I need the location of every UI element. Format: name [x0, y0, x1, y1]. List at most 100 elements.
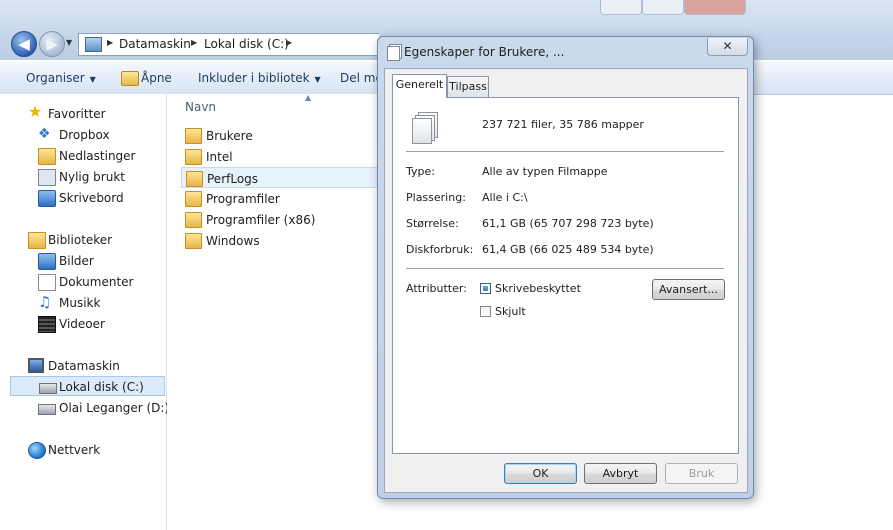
column-header-name[interactable]: Navn: [185, 100, 216, 114]
organize-label: Organiser: [26, 71, 85, 85]
nav-label: Nylig brukt: [59, 170, 125, 184]
downloads-folder-icon: [38, 148, 56, 165]
nav-label: Nedlastinger: [59, 149, 136, 163]
selection-summary: 237 721 filer, 35 786 mapper: [482, 118, 644, 131]
nav-local-disk[interactable]: Lokal disk (C:): [10, 376, 165, 396]
organize-button[interactable]: Organiser ▼: [26, 71, 96, 85]
navigation-pane: ★ Favoritter ❖ Dropbox Nedlastinger Nyli…: [0, 94, 169, 530]
cancel-button[interactable]: Avbryt: [584, 463, 657, 484]
breadcrumb-computer[interactable]: Datamaskin: [119, 37, 191, 51]
apply-button[interactable]: Bruk: [665, 463, 738, 484]
disk-usage-label: Diskforbruk:: [406, 243, 474, 256]
nav-computer[interactable]: Datamaskin: [10, 356, 165, 376]
drive-icon: [38, 404, 56, 415]
nav-videos[interactable]: Videoer: [10, 314, 165, 334]
nav-label: Skrivebord: [59, 191, 124, 205]
local-disk-icon: [39, 383, 57, 394]
nav-drive-d[interactable]: Olai Leganger (D:): [10, 398, 169, 418]
pictures-icon: [38, 253, 56, 270]
file-row[interactable]: Programfiler: [181, 188, 381, 209]
chevron-down-icon: ▼: [89, 75, 96, 84]
nav-label: Videoer: [59, 317, 105, 331]
files-icon: [387, 46, 400, 61]
file-name: Windows: [206, 234, 260, 248]
advanced-button[interactable]: Avansert...: [652, 279, 725, 300]
computer-icon: [85, 37, 102, 52]
dialog-client-area: Generelt Tilpass 237 721 filer, 35 786 m…: [384, 68, 748, 493]
star-icon: ★: [28, 102, 43, 121]
nav-label: Musikk: [59, 296, 101, 310]
file-name: PerfLogs: [207, 172, 259, 186]
include-label: Inkluder i bibliotek: [198, 71, 310, 85]
forward-button[interactable]: ▶: [39, 31, 65, 57]
minimize-button[interactable]: [600, 0, 642, 15]
attributes-label: Attributter:: [406, 282, 467, 295]
file-name: Programfiler (x86): [206, 213, 316, 227]
nav-music[interactable]: ♫ Musikk: [10, 293, 165, 313]
breadcrumb-separator-icon[interactable]: ▶: [107, 38, 113, 47]
file-name: Programfiler: [206, 192, 280, 206]
history-dropdown-icon[interactable]: ▼: [66, 38, 72, 47]
arrow-right-icon: ▶: [46, 35, 58, 53]
size-value: 61,1 GB (65 707 298 723 byte): [482, 217, 654, 230]
computer-icon: [28, 358, 44, 373]
page-shape: [412, 118, 432, 144]
nav-recent[interactable]: Nylig brukt: [10, 167, 165, 187]
network-icon: [28, 442, 46, 459]
desktop-icon: [38, 190, 56, 207]
tab-customize[interactable]: Tilpass: [447, 76, 489, 97]
nav-label: Olai Leganger (D:): [59, 401, 170, 415]
nav-libraries[interactable]: Biblioteker: [10, 230, 165, 250]
sort-ascending-icon: ▲: [305, 93, 312, 102]
close-window-button[interactable]: [684, 0, 746, 15]
nav-pictures[interactable]: Bilder: [10, 251, 165, 271]
divider: [406, 151, 724, 152]
nav-label: Nettverk: [48, 443, 101, 457]
folder-icon: [185, 212, 202, 228]
readonly-label[interactable]: Skrivebeskyttet: [495, 282, 581, 295]
nav-desktop[interactable]: Skrivebord: [10, 188, 165, 208]
hidden-label[interactable]: Skjult: [495, 305, 526, 318]
nav-downloads[interactable]: Nedlastinger: [10, 146, 165, 166]
dialog-title: Egenskaper for Brukere, ...: [404, 45, 565, 59]
properties-dialog: Egenskaper for Brukere, ... ✕ Generelt T…: [377, 36, 754, 499]
maximize-button[interactable]: [642, 0, 684, 15]
nav-dropbox[interactable]: ❖ Dropbox: [10, 125, 165, 145]
libraries-icon: [28, 232, 46, 249]
file-list: Navn ▲ Brukere Intel PerfLogs Programfil…: [167, 93, 381, 530]
nav-label: Dropbox: [59, 128, 110, 142]
location-label: Plassering:: [406, 191, 466, 204]
file-name: Intel: [206, 150, 233, 164]
multiple-files-icon: [411, 112, 438, 144]
address-bar[interactable]: ▶ Datamaskin ▶ Lokal disk (C:) ▶: [78, 33, 379, 56]
file-row[interactable]: Intel: [181, 146, 381, 167]
nav-favorites[interactable]: ★ Favoritter: [10, 104, 165, 124]
file-row[interactable]: PerfLogs: [181, 167, 381, 188]
breadcrumb-separator-icon[interactable]: ▶: [191, 38, 197, 47]
nav-network[interactable]: Nettverk: [10, 440, 165, 460]
type-value: Alle av typen Filmappe: [482, 165, 608, 178]
breadcrumb-local-disk[interactable]: Lokal disk (C:): [204, 37, 289, 51]
folder-icon: [185, 149, 202, 165]
nav-label: Dokumenter: [59, 275, 134, 289]
file-row[interactable]: Windows: [181, 230, 381, 251]
size-label: Størrelse:: [406, 217, 459, 230]
nav-documents[interactable]: Dokumenter: [10, 272, 165, 292]
folder-icon: [185, 128, 202, 144]
arrow-left-icon: ◀: [18, 35, 30, 53]
file-row[interactable]: Programfiler (x86): [181, 209, 381, 230]
close-button[interactable]: ✕: [707, 38, 748, 56]
back-button[interactable]: ◀: [11, 31, 37, 57]
ok-button[interactable]: OK: [504, 463, 577, 484]
readonly-checkbox[interactable]: [480, 283, 491, 294]
recent-places-icon: [38, 169, 56, 186]
open-button[interactable]: Åpne: [141, 71, 172, 85]
file-row[interactable]: Brukere: [181, 125, 381, 146]
include-in-library-button[interactable]: Inkluder i bibliotek ▼: [198, 71, 321, 85]
breadcrumb-separator-icon[interactable]: ▶: [286, 38, 292, 47]
tab-general[interactable]: Generelt: [392, 74, 447, 98]
open-folder-icon: [121, 71, 139, 86]
hidden-checkbox[interactable]: [480, 306, 491, 317]
music-note-icon: ♫: [38, 293, 52, 311]
disk-usage-value: 61,4 GB (66 025 489 534 byte): [482, 243, 654, 256]
